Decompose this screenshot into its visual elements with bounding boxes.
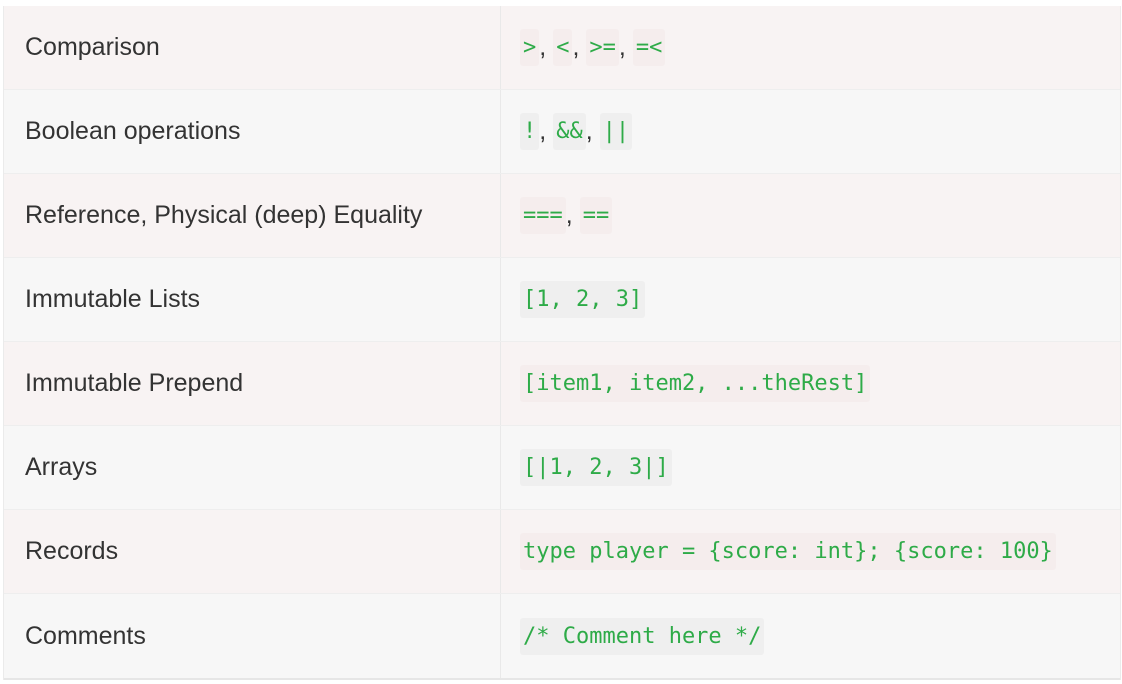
row-label: Records xyxy=(4,510,501,593)
code-snippet: /* Comment here */ xyxy=(520,617,765,655)
table-row: Comments /* Comment here */ xyxy=(4,594,1120,680)
code-snippet: == xyxy=(579,197,613,234)
code-snippet: && xyxy=(553,113,586,150)
row-label: Boolean operations xyxy=(4,90,501,173)
row-code: type player = {score: int}; {score: 100} xyxy=(501,510,1120,593)
row-code: [item1, item2, ...theRest] xyxy=(501,342,1120,425)
table-row: Comparison >, <, >=, =< xyxy=(4,6,1120,90)
code-snippet: === xyxy=(520,197,566,234)
row-label: Comparison xyxy=(4,6,501,89)
syntax-table: Comparison >, <, >=, =< Boolean operations … xyxy=(3,6,1121,680)
code-snippet: [item1, item2, ...theRest] xyxy=(520,365,871,402)
table-row: Boolean operations !, &&, || xyxy=(4,90,1120,174)
row-label: Immutable Prepend xyxy=(4,342,501,425)
row-label: Immutable Lists xyxy=(4,258,501,341)
separator: , xyxy=(539,33,547,61)
row-label: Reference, Physical (deep) Equality xyxy=(4,174,501,257)
table-row: Arrays [|1, 2, 3|] xyxy=(4,426,1120,510)
code-snippet: >= xyxy=(586,29,619,66)
table-row: Reference, Physical (deep) Equality ===,… xyxy=(4,174,1120,258)
separator: , xyxy=(572,33,580,61)
row-code: >, <, >=, =< xyxy=(501,6,1120,89)
separator: , xyxy=(539,117,547,145)
separator: , xyxy=(618,33,626,61)
code-snippet: || xyxy=(599,113,633,150)
separator: , xyxy=(585,117,593,145)
row-code: [1, 2, 3] xyxy=(501,258,1120,341)
table-row: Immutable Lists [1, 2, 3] xyxy=(4,258,1120,342)
row-code: !, &&, || xyxy=(501,90,1120,173)
code-snippet: =< xyxy=(632,29,666,66)
row-code: /* Comment here */ xyxy=(501,594,1120,678)
row-label: Arrays xyxy=(4,426,501,509)
code-snippet: > xyxy=(520,29,540,66)
code-snippet: type player = {score: int}; {score: 100} xyxy=(520,533,1056,570)
separator: , xyxy=(565,201,573,229)
code-snippet: < xyxy=(553,29,573,66)
row-code: [|1, 2, 3|] xyxy=(501,426,1120,509)
table-row: Immutable Prepend [item1, item2, ...theR… xyxy=(4,342,1120,426)
code-snippet: [1, 2, 3] xyxy=(520,281,646,318)
table-row: Records type player = {score: int}; {sco… xyxy=(4,510,1120,594)
row-label: Comments xyxy=(4,594,501,678)
row-code: ===, == xyxy=(501,174,1120,257)
code-snippet: ! xyxy=(520,113,540,150)
code-snippet: [|1, 2, 3|] xyxy=(520,449,672,486)
